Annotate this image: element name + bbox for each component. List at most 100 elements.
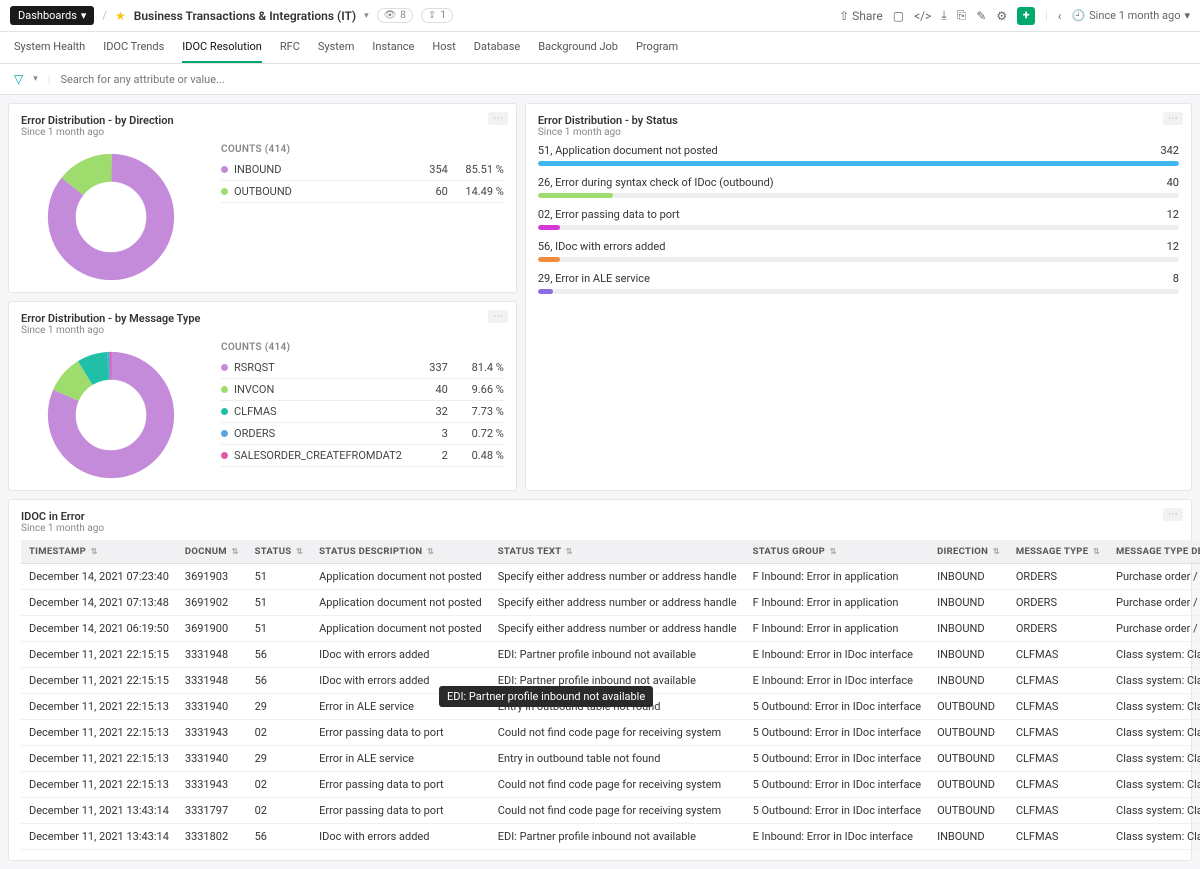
chevron-down-icon: ▾ <box>81 9 87 22</box>
table-cell: 5 Outbound: Error in IDoc interface <box>745 694 930 720</box>
tab-system[interactable]: System <box>318 32 355 63</box>
table-cell: December 11, 2021 13:43:14 <box>21 824 177 850</box>
status-bar-item[interactable]: 02, Error passing data to port12 <box>538 208 1179 230</box>
legend-row[interactable]: SALESORDER_CREATEFROMDAT220.48 % <box>221 445 504 467</box>
status-bar-item[interactable]: 26, Error during syntax check of IDoc (o… <box>538 176 1179 198</box>
tab-idoc-trends[interactable]: IDOC Trends <box>103 32 164 63</box>
code-icon[interactable]: </> <box>914 9 931 23</box>
table-cell: 5 Outbound: Error in IDoc interface <box>745 798 930 824</box>
table-row[interactable]: December 14, 2021 06:19:50369190051Appli… <box>21 616 1200 642</box>
shares-pill[interactable]: ⇪ 1 <box>421 8 453 23</box>
card-menu-icon[interactable]: ⋯ <box>488 310 508 323</box>
col-direction[interactable]: DIRECTION ⇅ <box>929 540 1008 564</box>
tab-system-health[interactable]: System Health <box>14 32 85 63</box>
present-icon[interactable]: ▢ <box>893 9 904 23</box>
table-row[interactable]: December 14, 2021 07:23:40369190351Appli… <box>21 564 1200 590</box>
col-status[interactable]: STATUS ⇅ <box>247 540 312 564</box>
tab-instance[interactable]: Instance <box>372 32 414 63</box>
status-bar-item[interactable]: 29, Error in ALE service8 <box>538 272 1179 294</box>
tab-database[interactable]: Database <box>474 32 520 63</box>
filter-dropdown-icon[interactable]: ▾ <box>33 74 38 84</box>
time-range-picker[interactable]: 🕘 Since 1 month ago ▾ <box>1071 9 1190 22</box>
col-docnum[interactable]: DOCNUM ⇅ <box>177 540 247 564</box>
legend-count: 2 <box>408 449 448 462</box>
settings-icon[interactable]: ⚙ <box>996 9 1007 23</box>
table-cell: Application document not posted <box>311 616 490 642</box>
table-cell: 5 Outbound: Error in IDoc interface <box>745 772 930 798</box>
table-row[interactable]: December 11, 2021 22:15:13333194029Error… <box>21 746 1200 772</box>
dashboards-dropdown[interactable]: Dashboards ▾ <box>10 6 94 25</box>
table-cell: December 11, 2021 22:15:13 <box>21 746 177 772</box>
legend-row[interactable]: ORDERS30.72 % <box>221 423 504 445</box>
legend-label: CLFMAS <box>234 405 402 418</box>
table-cell: INBOUND <box>929 616 1008 642</box>
card-menu-icon[interactable]: ⋯ <box>1163 112 1183 125</box>
legend-row[interactable]: OUTBOUND6014.49 % <box>221 181 504 203</box>
card-direction: ⋯ Error Distribution - by Direction Sinc… <box>8 103 517 293</box>
status-label: 26, Error during syntax check of IDoc (o… <box>538 176 774 189</box>
table-row[interactable]: December 11, 2021 22:15:13333194029Error… <box>21 694 1200 720</box>
table-cell: 02 <box>247 772 312 798</box>
legend-dot <box>221 188 228 195</box>
views-pill[interactable]: 👁 8 <box>377 8 413 23</box>
tab-rfc[interactable]: RFC <box>280 32 300 63</box>
bar-track <box>538 257 1179 262</box>
sort-icon: ⇅ <box>993 547 1000 556</box>
col-message-type[interactable]: MESSAGE TYPE ⇅ <box>1008 540 1108 564</box>
add-button[interactable]: + <box>1017 7 1035 25</box>
table-row[interactable]: December 11, 2021 22:15:13333194302Error… <box>21 772 1200 798</box>
table-cell: Class system: Classification mast <box>1108 798 1200 824</box>
status-value: 8 <box>1173 272 1179 285</box>
col-status-description[interactable]: STATUS DESCRIPTION ⇅ <box>311 540 490 564</box>
col-message-type-description[interactable]: MESSAGE TYPE DESCRIPTION ⇅ <box>1108 540 1200 564</box>
time-prev-icon[interactable]: ‹ <box>1058 9 1062 23</box>
search-input[interactable] <box>60 73 1186 86</box>
card-menu-icon[interactable]: ⋯ <box>1163 508 1183 521</box>
tab-background-job[interactable]: Background Job <box>538 32 618 63</box>
table-row[interactable]: December 14, 2021 07:13:48369190251Appli… <box>21 590 1200 616</box>
tab-program[interactable]: Program <box>636 32 678 63</box>
status-bar-item[interactable]: 56, IDoc with errors added12 <box>538 240 1179 262</box>
table-cell: IDoc with errors added <box>311 642 490 668</box>
table-row[interactable]: December 11, 2021 13:43:14333179702Error… <box>21 798 1200 824</box>
edit-icon[interactable]: ✎ <box>976 9 986 23</box>
tab-host[interactable]: Host <box>432 32 455 63</box>
table-cell: OUTBOUND <box>929 798 1008 824</box>
table-cell: EDI: Partner profile inbound not availab… <box>490 668 745 694</box>
legend-row[interactable]: CLFMAS327.73 % <box>221 401 504 423</box>
legend-label: RSRQST <box>234 361 402 374</box>
col-status-text[interactable]: STATUS TEXT ⇅ <box>490 540 745 564</box>
legend-row[interactable]: INVCON409.66 % <box>221 379 504 401</box>
table-row[interactable]: December 11, 2021 22:15:15333194856IDoc … <box>21 642 1200 668</box>
table-cell: OUTBOUND <box>929 720 1008 746</box>
table-row[interactable]: December 11, 2021 13:43:14333180256IDoc … <box>21 824 1200 850</box>
share-button[interactable]: ⇧ Share <box>839 9 883 23</box>
download-icon[interactable]: ⤓ <box>941 8 946 23</box>
title-dropdown-icon[interactable]: ▾ <box>364 11 369 21</box>
legend-label: ORDERS <box>234 427 402 440</box>
shares-count: 1 <box>440 10 446 21</box>
col-status-group[interactable]: STATUS GROUP ⇅ <box>745 540 930 564</box>
table-row[interactable]: December 11, 2021 22:15:15333194856IDoc … <box>21 668 1200 694</box>
legend-row[interactable]: INBOUND35485.51 % <box>221 159 504 181</box>
card-title: Error Distribution - by Message Type <box>21 312 504 325</box>
table-cell: F Inbound: Error in application <box>745 590 930 616</box>
table-row[interactable]: December 11, 2021 22:15:13333194302Error… <box>21 720 1200 746</box>
card-menu-icon[interactable]: ⋯ <box>488 112 508 125</box>
star-icon[interactable]: ★ <box>115 9 126 23</box>
legend-count: 354 <box>408 163 448 176</box>
filter-icon[interactable]: ▽ <box>14 72 23 86</box>
clock-icon: 🕘 <box>1071 9 1085 22</box>
status-bar-item[interactable]: 51, Application document not posted342 <box>538 144 1179 166</box>
col-timestamp[interactable]: TIMESTAMP ⇅ <box>21 540 177 564</box>
copy-icon[interactable]: ⎘ <box>957 8 967 23</box>
card-title: Error Distribution - by Status <box>538 114 1179 127</box>
table-cell: Specify either address number or address… <box>490 590 745 616</box>
sort-icon: ⇅ <box>91 547 98 556</box>
table-cell: IDoc with errors added <box>311 668 490 694</box>
table-cell: Error in ALE service <box>311 746 490 772</box>
tab-idoc-resolution[interactable]: IDOC Resolution <box>182 32 262 63</box>
card-subtitle: Since 1 month ago <box>21 127 504 138</box>
legend-row[interactable]: RSRQST33781.4 % <box>221 357 504 379</box>
legend-label: INVCON <box>234 383 402 396</box>
